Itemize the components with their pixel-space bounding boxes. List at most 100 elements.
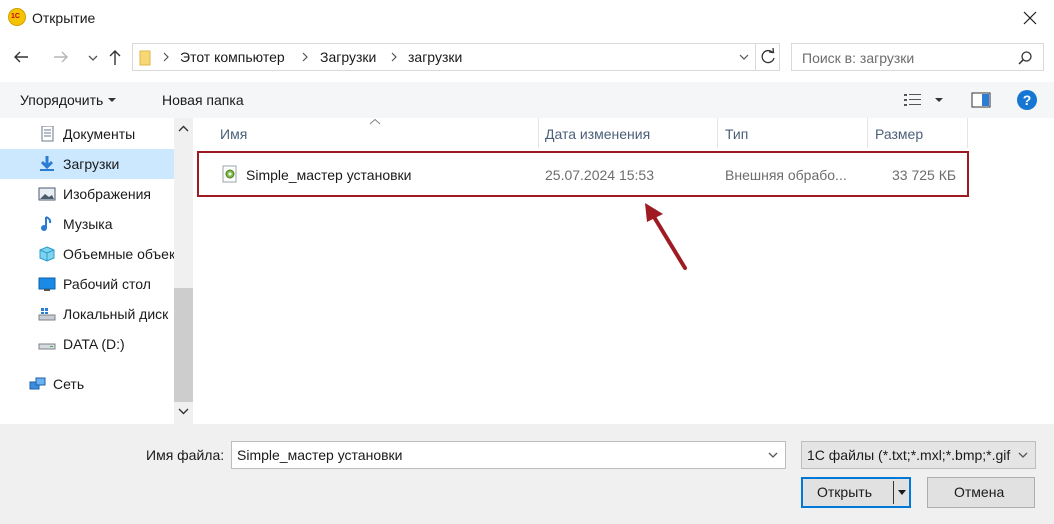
close-icon <box>1023 11 1037 25</box>
chevron-down-icon[interactable] <box>767 450 779 460</box>
column-divider <box>967 118 968 148</box>
dialog-footer: Имя файла: Simple_мастер установки 1С фа… <box>0 424 1054 524</box>
back-button[interactable] <box>10 46 32 68</box>
open-button[interactable]: Открыть <box>801 477 911 508</box>
sidebar-item-3d-objects[interactable]: Объемные объекты <box>0 239 174 269</box>
caret-down-icon[interactable] <box>897 488 907 498</box>
chevron-down-icon[interactable] <box>737 52 751 64</box>
app-icon-text: 1C <box>11 13 20 20</box>
sidebar-item-network[interactable]: Сеть <box>0 369 174 399</box>
file-row[interactable]: Simple_мастер установки 25.07.2024 15:53… <box>197 151 969 197</box>
arrow-right-icon <box>54 51 68 63</box>
search-box[interactable]: Поиск в: загрузки <box>791 43 1044 71</box>
file-type: Внешняя обрабо... <box>725 167 847 183</box>
address-bar[interactable]: Этот компьютер Загрузки загрузки <box>132 43 756 71</box>
arrow-up-icon <box>109 50 121 65</box>
open-label: Открыть <box>817 484 872 500</box>
sidebar-item-documents[interactable]: Документы <box>0 119 174 149</box>
breadcrumb-current-folder[interactable]: загрузки <box>408 49 462 65</box>
chevron-down-icon <box>88 55 98 61</box>
search-placeholder: Поиск в: загрузки <box>802 50 915 66</box>
organize-menu[interactable]: Упорядочить <box>20 92 118 108</box>
documents-icon <box>41 126 54 142</box>
3d-objects-icon <box>39 246 55 262</box>
arrow-left-icon <box>14 51 28 63</box>
refresh-icon <box>761 47 775 64</box>
breadcrumb-separator-icon <box>302 52 308 62</box>
search-icon <box>1018 51 1032 65</box>
annotation-arrow <box>645 203 687 270</box>
recent-locations-button[interactable] <box>82 46 104 68</box>
breadcrumb-this-pc[interactable]: Этот компьютер <box>180 49 285 65</box>
preview-pane-icon[interactable] <box>971 91 991 109</box>
file-name: Simple_мастер установки <box>246 167 412 183</box>
column-divider <box>717 118 718 148</box>
drive-icon <box>38 343 56 350</box>
breadcrumb-separator-icon <box>391 52 397 62</box>
sidebar-item-label: Документы <box>63 126 136 142</box>
breadcrumb-separator-icon <box>163 52 169 62</box>
file-type-select[interactable]: 1С файлы (*.txt;*.mxl;*.bmp;*.gif <box>801 441 1036 469</box>
sidebar-item-desktop[interactable]: Рабочий стол <box>0 269 174 299</box>
sidebar-item-label: Музыка <box>63 216 113 232</box>
sidebar-item-label: DATA (D:) <box>63 336 125 352</box>
forward-button[interactable] <box>50 46 72 68</box>
column-header-size[interactable]: Размер <box>875 126 923 142</box>
local-disk-icon <box>38 308 56 321</box>
folder-icon <box>139 50 151 66</box>
help-icon[interactable]: ? <box>1016 89 1038 111</box>
chevron-down-icon <box>1018 452 1028 458</box>
file-size: 33 725 КБ <box>892 167 957 183</box>
sidebar-scrollbar-thumb[interactable] <box>174 288 193 402</box>
cancel-label: Отмена <box>954 484 1005 500</box>
column-header-type[interactable]: Тип <box>725 126 748 142</box>
downloads-icon <box>40 156 54 171</box>
sidebar-item-downloads[interactable]: Загрузки <box>0 149 174 179</box>
caret-down-icon[interactable] <box>933 95 945 105</box>
window-title: Открытие <box>32 10 96 26</box>
caret-down-icon <box>108 98 117 102</box>
sidebar-item-label: Рабочий стол <box>63 276 151 292</box>
sidebar-item-local-disk[interactable]: Локальный диск <box>0 299 174 329</box>
filename-input[interactable]: Simple_мастер установки <box>231 441 786 469</box>
column-divider <box>867 118 868 148</box>
pictures-icon <box>38 187 56 201</box>
new-folder-button[interactable]: Новая папка <box>162 92 244 108</box>
organize-label: Упорядочить <box>20 92 104 108</box>
sidebar-item-label: Объемные объекты <box>63 246 174 262</box>
sidebar-item-label: Локальный диск <box>63 306 169 322</box>
file-type-value: 1С файлы (*.txt;*.mxl;*.bmp;*.gif <box>807 447 1011 463</box>
split-divider <box>893 481 894 504</box>
sort-ascending-icon <box>369 118 381 125</box>
column-header-name[interactable]: Имя <box>220 126 247 142</box>
sidebar-item-label: Загрузки <box>63 156 120 172</box>
chevron-up-icon[interactable] <box>178 124 189 134</box>
sidebar-item-data-drive[interactable]: DATA (D:) <box>0 329 174 359</box>
filename-value: Simple_мастер установки <box>237 447 403 463</box>
view-options-icon[interactable] <box>903 92 923 108</box>
title-bar: 1C Открытие <box>0 0 1054 36</box>
network-icon <box>29 377 46 390</box>
cancel-button[interactable]: Отмена <box>927 477 1035 508</box>
navigation-pane: Документы Загрузки Изображения Музыка Об… <box>0 118 193 424</box>
sidebar-item-pictures[interactable]: Изображения <box>0 179 174 209</box>
column-header-date[interactable]: Дата изменения <box>545 126 650 142</box>
external-processing-file-icon <box>222 165 237 183</box>
column-divider <box>538 118 539 148</box>
up-button[interactable] <box>104 46 126 68</box>
chevron-down-icon[interactable] <box>178 406 189 416</box>
filename-label: Имя файла: <box>146 447 225 463</box>
file-date: 25.07.2024 15:53 <box>545 167 654 183</box>
refresh-button[interactable] <box>756 43 780 71</box>
sidebar-item-label: Изображения <box>63 186 151 202</box>
desktop-icon <box>38 277 56 291</box>
music-icon <box>41 216 52 231</box>
close-button[interactable] <box>1016 4 1044 32</box>
app-1c-icon: 1C <box>8 8 26 26</box>
file-list: Имя Дата изменения Тип Размер Simple_мас… <box>193 118 1054 424</box>
svg-text:?: ? <box>1023 92 1032 108</box>
breadcrumb-downloads[interactable]: Загрузки <box>320 49 376 65</box>
sidebar-item-music[interactable]: Музыка <box>0 209 174 239</box>
sidebar-item-label: Сеть <box>53 376 85 392</box>
command-toolbar: Упорядочить Новая папка ? <box>0 82 1054 118</box>
